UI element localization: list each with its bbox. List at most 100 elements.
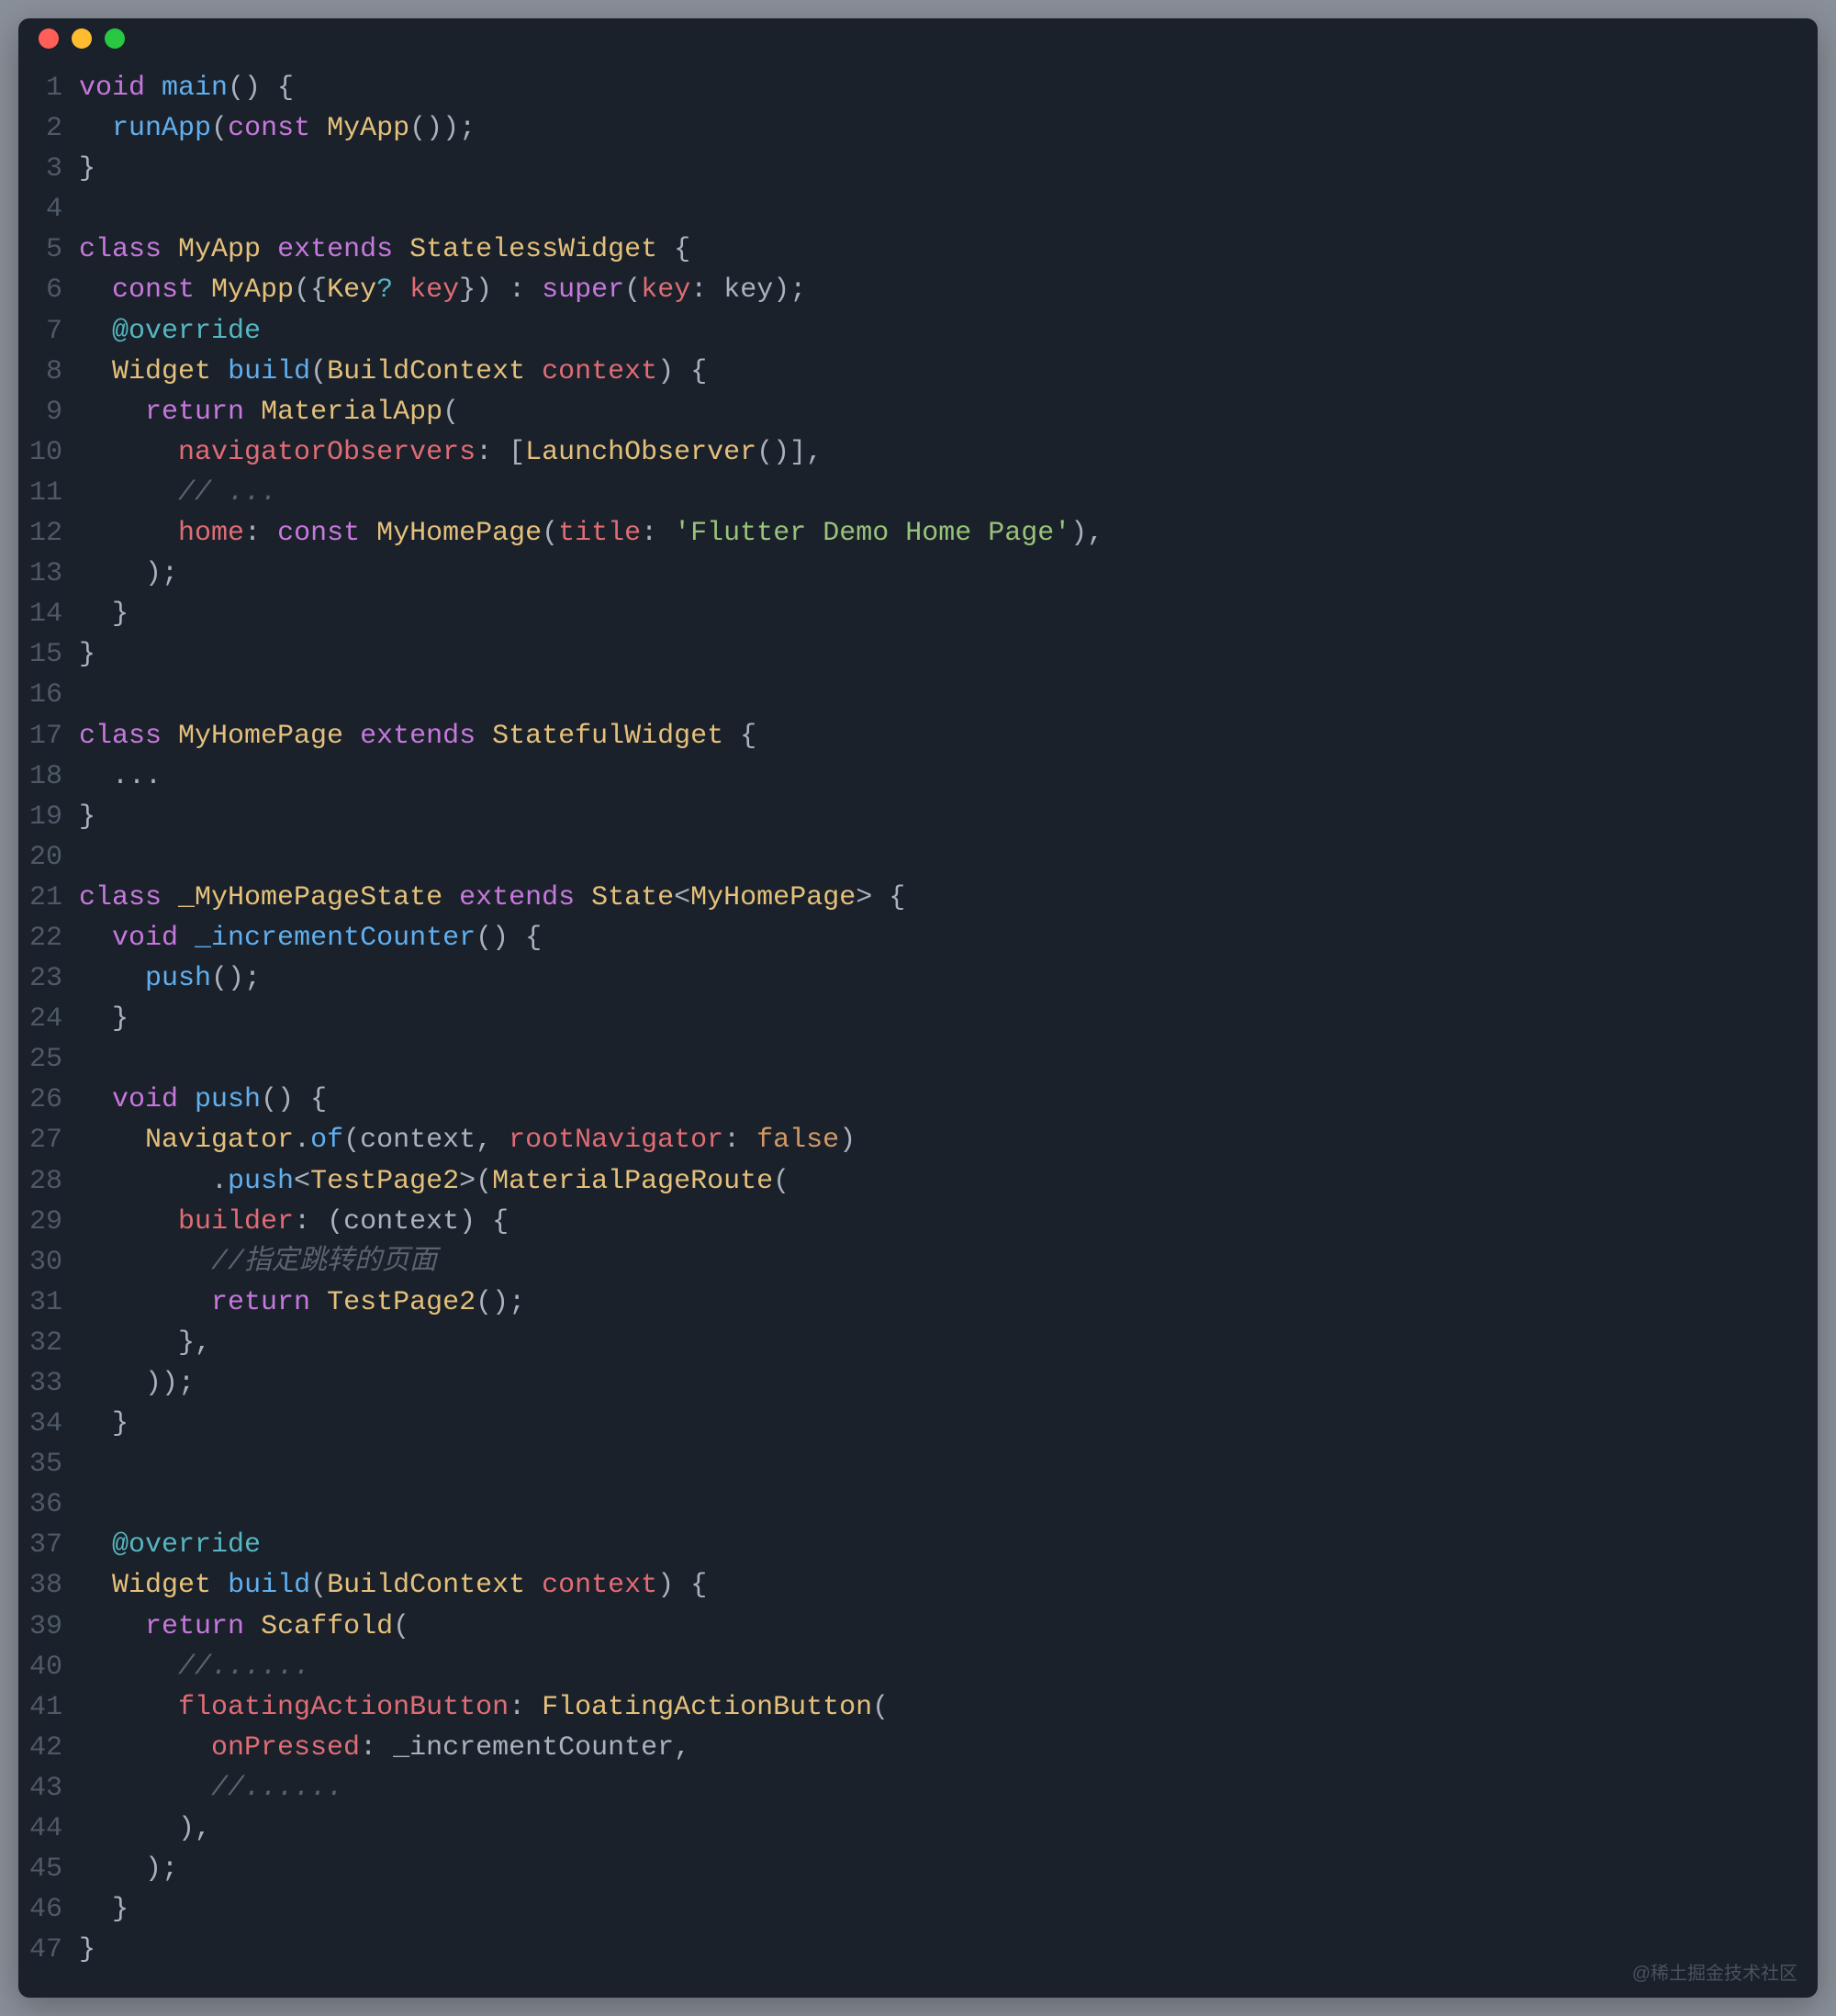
code-editor-body[interactable]: 1void main() {2 runApp(const MyApp());3}… xyxy=(18,59,1818,1998)
code-line: 19} xyxy=(28,797,1799,837)
code-line: 22 void _incrementCounter() { xyxy=(28,918,1799,958)
code-line: 40 //...... xyxy=(28,1647,1799,1687)
code-line: 43 //...... xyxy=(28,1768,1799,1809)
code-content: ); xyxy=(79,1849,1799,1889)
code-line: 23 push(); xyxy=(28,958,1799,999)
code-line: 1void main() { xyxy=(28,68,1799,108)
code-content: return Scaffold( xyxy=(79,1607,1799,1647)
code-line: 27 Navigator.of(context, rootNavigator: … xyxy=(28,1120,1799,1160)
code-line: 38 Widget build(BuildContext context) { xyxy=(28,1565,1799,1606)
line-number: 17 xyxy=(28,716,79,756)
code-content: }, xyxy=(79,1323,1799,1363)
line-number: 32 xyxy=(28,1323,79,1363)
window-titlebar xyxy=(18,18,1818,59)
code-content xyxy=(79,837,1799,878)
code-line: 41 floatingActionButton: FloatingActionB… xyxy=(28,1687,1799,1728)
code-content: @override xyxy=(79,1525,1799,1565)
line-number: 15 xyxy=(28,634,79,675)
line-number: 45 xyxy=(28,1849,79,1889)
line-number: 29 xyxy=(28,1202,79,1242)
line-number: 47 xyxy=(28,1930,79,1970)
code-line: 6 const MyApp({Key? key}) : super(key: k… xyxy=(28,270,1799,310)
line-number: 8 xyxy=(28,352,79,392)
line-number: 30 xyxy=(28,1242,79,1282)
line-number: 11 xyxy=(28,473,79,513)
code-line: 5class MyApp extends StatelessWidget { xyxy=(28,230,1799,270)
code-line: 29 builder: (context) { xyxy=(28,1202,1799,1242)
maximize-icon[interactable] xyxy=(105,28,125,49)
code-content: } xyxy=(79,149,1799,189)
code-content: //...... xyxy=(79,1768,1799,1809)
code-line: 42 onPressed: _incrementCounter, xyxy=(28,1728,1799,1768)
code-content: runApp(const MyApp()); xyxy=(79,108,1799,149)
line-number: 10 xyxy=(28,432,79,473)
code-line: 17class MyHomePage extends StatefulWidge… xyxy=(28,716,1799,756)
code-content: } xyxy=(79,999,1799,1039)
code-line: 47} xyxy=(28,1930,1799,1970)
code-content xyxy=(79,1039,1799,1080)
code-line: 13 ); xyxy=(28,554,1799,594)
line-number: 24 xyxy=(28,999,79,1039)
line-number: 39 xyxy=(28,1607,79,1647)
line-number: 20 xyxy=(28,837,79,878)
code-content: } xyxy=(79,594,1799,634)
line-number: 46 xyxy=(28,1889,79,1930)
code-line: 4 xyxy=(28,189,1799,230)
code-line: 39 return Scaffold( xyxy=(28,1607,1799,1647)
code-line: 14 } xyxy=(28,594,1799,634)
code-content: onPressed: _incrementCounter, xyxy=(79,1728,1799,1768)
code-content: void main() { xyxy=(79,68,1799,108)
close-icon[interactable] xyxy=(39,28,59,49)
code-line: 32 }, xyxy=(28,1323,1799,1363)
line-number: 37 xyxy=(28,1525,79,1565)
code-line: 2 runApp(const MyApp()); xyxy=(28,108,1799,149)
code-line: 20 xyxy=(28,837,1799,878)
code-content: Navigator.of(context, rootNavigator: fal… xyxy=(79,1120,1799,1160)
line-number: 34 xyxy=(28,1404,79,1444)
code-line: 11 // ... xyxy=(28,473,1799,513)
code-content xyxy=(79,189,1799,230)
code-content: floatingActionButton: FloatingActionButt… xyxy=(79,1687,1799,1728)
code-content: } xyxy=(79,1889,1799,1930)
line-number: 3 xyxy=(28,149,79,189)
line-number: 5 xyxy=(28,230,79,270)
code-content: } xyxy=(79,634,1799,675)
code-content: // ... xyxy=(79,473,1799,513)
code-line: 12 home: const MyHomePage(title: 'Flutte… xyxy=(28,513,1799,554)
code-content: navigatorObservers: [LaunchObserver()], xyxy=(79,432,1799,473)
code-line: 46 } xyxy=(28,1889,1799,1930)
line-number: 4 xyxy=(28,189,79,230)
code-content: )); xyxy=(79,1363,1799,1404)
code-content: void push() { xyxy=(79,1080,1799,1120)
code-content xyxy=(79,675,1799,715)
code-line: 15} xyxy=(28,634,1799,675)
line-number: 33 xyxy=(28,1363,79,1404)
line-number: 14 xyxy=(28,594,79,634)
line-number: 42 xyxy=(28,1728,79,1768)
line-number: 19 xyxy=(28,797,79,837)
code-content xyxy=(79,1444,1799,1484)
line-number: 23 xyxy=(28,958,79,999)
code-line: 9 return MaterialApp( xyxy=(28,392,1799,432)
code-content: //指定跳转的页面 xyxy=(79,1242,1799,1282)
line-number: 22 xyxy=(28,918,79,958)
line-number: 25 xyxy=(28,1039,79,1080)
code-content: push(); xyxy=(79,958,1799,999)
code-content: builder: (context) { xyxy=(79,1202,1799,1242)
code-content: .push<TestPage2>(MaterialPageRoute( xyxy=(79,1161,1799,1202)
code-line: 3} xyxy=(28,149,1799,189)
code-content: ... xyxy=(79,756,1799,797)
code-line: 31 return TestPage2(); xyxy=(28,1282,1799,1323)
code-content: } xyxy=(79,1930,1799,1970)
code-line: 35 xyxy=(28,1444,1799,1484)
code-line: 34 } xyxy=(28,1404,1799,1444)
code-content xyxy=(79,1484,1799,1525)
code-content: home: const MyHomePage(title: 'Flutter D… xyxy=(79,513,1799,554)
code-line: 21class _MyHomePageState extends State<M… xyxy=(28,878,1799,918)
line-number: 31 xyxy=(28,1282,79,1323)
code-content: class MyApp extends StatelessWidget { xyxy=(79,230,1799,270)
line-number: 28 xyxy=(28,1161,79,1202)
code-line: 36 xyxy=(28,1484,1799,1525)
minimize-icon[interactable] xyxy=(72,28,92,49)
line-number: 40 xyxy=(28,1647,79,1687)
